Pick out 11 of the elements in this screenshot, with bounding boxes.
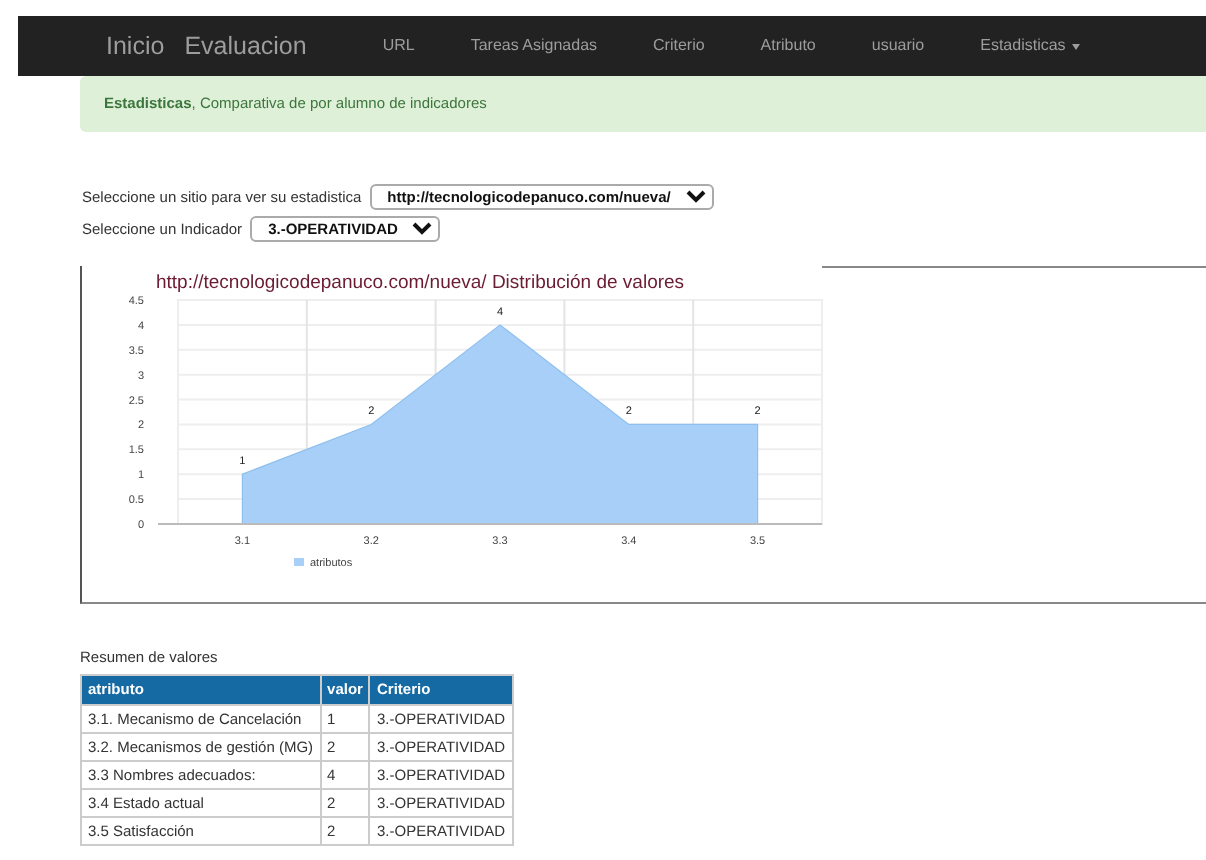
chart-title: http://tecnologicodepanuco.com/nueva/ Distribución de valores — [156, 272, 685, 294]
nav-link[interactable]: usuario — [871, 34, 925, 58]
caret-icon — [1071, 43, 1080, 49]
nav-link[interactable]: Estadisticas — [980, 34, 1080, 58]
brand-link[interactable]: Inicio — [106, 27, 165, 65]
legend-swatch-icon — [294, 558, 304, 566]
nav-link[interactable]: Atributo — [760, 34, 816, 58]
nav-link[interactable]: Criterio — [653, 34, 705, 58]
nav-link[interactable]: URL — [382, 34, 415, 58]
brand-link[interactable]: Evaluacion — [184, 27, 307, 65]
nav-link[interactable]: Tareas Asignadas — [470, 34, 598, 58]
